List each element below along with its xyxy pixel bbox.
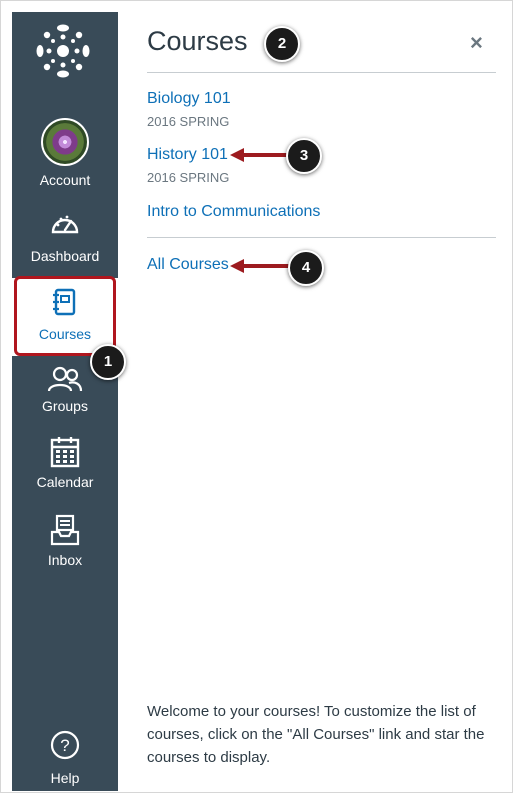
groups-icon bbox=[47, 366, 83, 392]
course-link-intro-communications[interactable]: Intro to Communications bbox=[147, 203, 320, 221]
nav-help-label: Help bbox=[50, 770, 80, 786]
dashboard-icon bbox=[51, 215, 79, 234]
tray-title: Courses bbox=[147, 26, 248, 56]
course-link-biology[interactable]: Biology 101 bbox=[147, 90, 231, 108]
nav-account-label: Account bbox=[39, 172, 91, 188]
calendar-icon bbox=[50, 437, 80, 468]
global-nav: Account Dashboard Courses Groups Calenda… bbox=[12, 12, 118, 791]
callout-badge: 4 bbox=[288, 250, 324, 286]
course-term-biology: 2016 SPRING bbox=[147, 114, 230, 129]
nav-dashboard-label: Dashboard bbox=[30, 248, 100, 264]
callout-badge: 3 bbox=[286, 138, 322, 174]
all-courses-link[interactable]: All Courses bbox=[147, 256, 229, 274]
courses-tray: Courses × Biology 101 2016 SPRING Histor… bbox=[118, 12, 511, 791]
nav-inbox[interactable]: Inbox bbox=[12, 514, 118, 568]
divider bbox=[147, 237, 496, 238]
divider bbox=[147, 72, 496, 73]
nav-dashboard[interactable]: Dashboard bbox=[12, 210, 118, 264]
nav-groups-label: Groups bbox=[42, 398, 88, 414]
close-icon[interactable]: × bbox=[470, 30, 483, 56]
callout-arrow bbox=[230, 259, 292, 273]
welcome-text: Welcome to your courses! To customize th… bbox=[147, 703, 485, 766]
nav-inbox-label: Inbox bbox=[47, 552, 83, 568]
nav-calendar-label: Calendar bbox=[36, 474, 94, 490]
nav-account[interactable]: Account bbox=[12, 118, 118, 188]
course-term-history: 2016 SPRING bbox=[147, 170, 230, 185]
svg-text:?: ? bbox=[60, 736, 69, 755]
callout-arrow bbox=[230, 148, 292, 162]
canvas-logo-icon[interactable] bbox=[34, 22, 92, 80]
callout-badge: 2 bbox=[264, 26, 300, 62]
callout-badge: 1 bbox=[90, 344, 126, 380]
inbox-icon bbox=[50, 514, 80, 546]
avatar bbox=[41, 118, 89, 166]
nav-calendar[interactable]: Calendar bbox=[12, 436, 118, 490]
help-icon: ? bbox=[50, 730, 80, 760]
nav-help[interactable]: ? Help bbox=[12, 730, 118, 786]
courses-highlight-box bbox=[14, 276, 116, 356]
course-link-history[interactable]: History 101 bbox=[147, 146, 228, 164]
